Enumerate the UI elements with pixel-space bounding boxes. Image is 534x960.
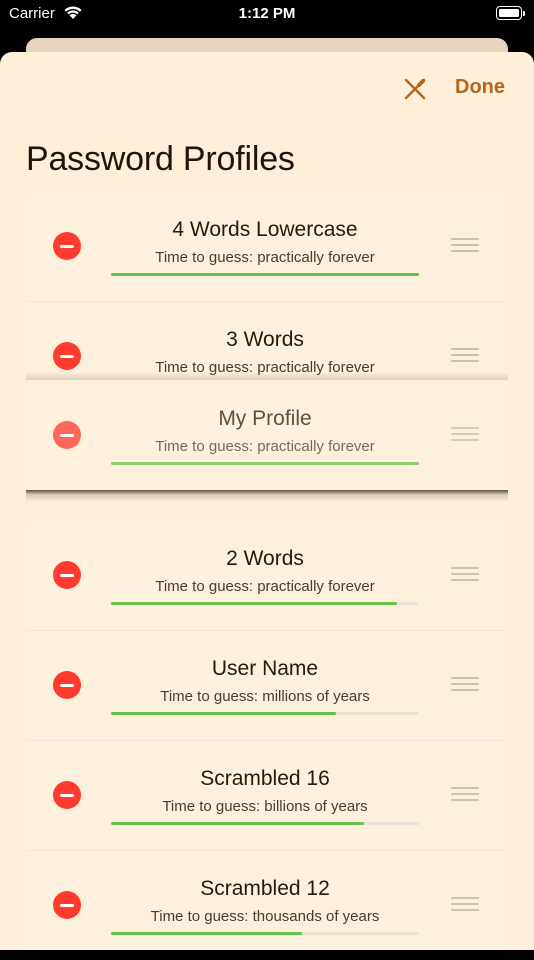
delete-button[interactable] xyxy=(53,421,81,449)
profile-row[interactable]: Scrambled 12 Time to guess: thousands of… xyxy=(26,850,508,960)
minus-icon xyxy=(60,433,74,437)
profile-name: 4 Words Lowercase xyxy=(172,218,358,241)
strength-fill xyxy=(111,712,336,715)
done-button[interactable]: Done xyxy=(455,76,505,99)
profile-row[interactable]: Scrambled 16 Time to guess: billions of … xyxy=(26,740,508,850)
strength-meter xyxy=(111,462,419,465)
row-separator xyxy=(26,850,508,851)
strength-fill xyxy=(111,462,419,465)
time-to-guess: Time to guess: thousands of years xyxy=(150,908,380,925)
strength-fill xyxy=(111,602,398,605)
pen-cross-icon[interactable] xyxy=(402,76,428,102)
profile-row[interactable]: 2 Words Time to guess: practically forev… xyxy=(26,520,508,630)
reorder-handle-icon[interactable] xyxy=(451,897,479,913)
time-to-guess: Time to guess: practically forever xyxy=(155,438,375,455)
delete-button[interactable] xyxy=(53,342,81,370)
strength-fill xyxy=(111,822,364,825)
delete-button[interactable] xyxy=(53,891,81,919)
reorder-handle-icon[interactable] xyxy=(451,677,479,693)
profile-row[interactable]: 4 Words Lowercase Time to guess: practic… xyxy=(26,191,508,301)
minus-icon xyxy=(60,573,74,577)
battery-icon xyxy=(496,6,525,20)
strength-meter xyxy=(111,273,419,276)
delete-button[interactable] xyxy=(53,781,81,809)
time-to-guess: Time to guess: millions of years xyxy=(160,688,370,705)
reorder-handle-icon[interactable] xyxy=(451,567,479,583)
row-separator xyxy=(26,740,508,741)
minus-icon xyxy=(60,903,74,907)
strength-fill xyxy=(111,273,419,276)
strength-fill xyxy=(111,932,302,935)
status-bar: Carrier 1:12 PM xyxy=(0,0,534,30)
profile-name: 2 Words xyxy=(226,547,304,570)
delete-button[interactable] xyxy=(53,561,81,589)
reorder-handle-icon[interactable] xyxy=(451,427,479,443)
time-to-guess: Time to guess: practically forever xyxy=(155,578,375,595)
row-separator xyxy=(26,301,508,302)
minus-icon xyxy=(60,354,74,358)
minus-icon xyxy=(60,244,74,248)
minus-icon xyxy=(60,793,74,797)
reorder-handle-icon[interactable] xyxy=(451,787,479,803)
delete-button[interactable] xyxy=(53,671,81,699)
strength-meter xyxy=(111,822,419,825)
strength-meter xyxy=(111,712,419,715)
profile-row-dragging[interactable]: My Profile Time to guess: practically fo… xyxy=(26,380,508,490)
delete-button[interactable] xyxy=(53,232,81,260)
reorder-handle-icon[interactable] xyxy=(451,348,479,364)
drag-shadow-bottom xyxy=(26,490,508,502)
minus-icon xyxy=(60,683,74,687)
strength-meter xyxy=(111,602,419,605)
reorder-handle-icon[interactable] xyxy=(451,238,479,254)
status-time: 1:12 PM xyxy=(238,5,296,22)
page-title: Password Profiles xyxy=(26,140,295,178)
profile-name: My Profile xyxy=(218,407,312,430)
row-separator xyxy=(26,630,508,631)
time-to-guess: Time to guess: billions of years xyxy=(162,798,368,815)
profile-name: Scrambled 16 xyxy=(200,767,330,790)
strength-meter xyxy=(111,932,419,935)
profile-name: 3 Words xyxy=(226,328,304,351)
profile-name: User Name xyxy=(211,657,319,680)
time-to-guess: Time to guess: practically forever xyxy=(155,249,375,266)
profile-row[interactable]: User Name Time to guess: millions of yea… xyxy=(26,630,508,740)
profile-name: Scrambled 12 xyxy=(200,877,330,900)
